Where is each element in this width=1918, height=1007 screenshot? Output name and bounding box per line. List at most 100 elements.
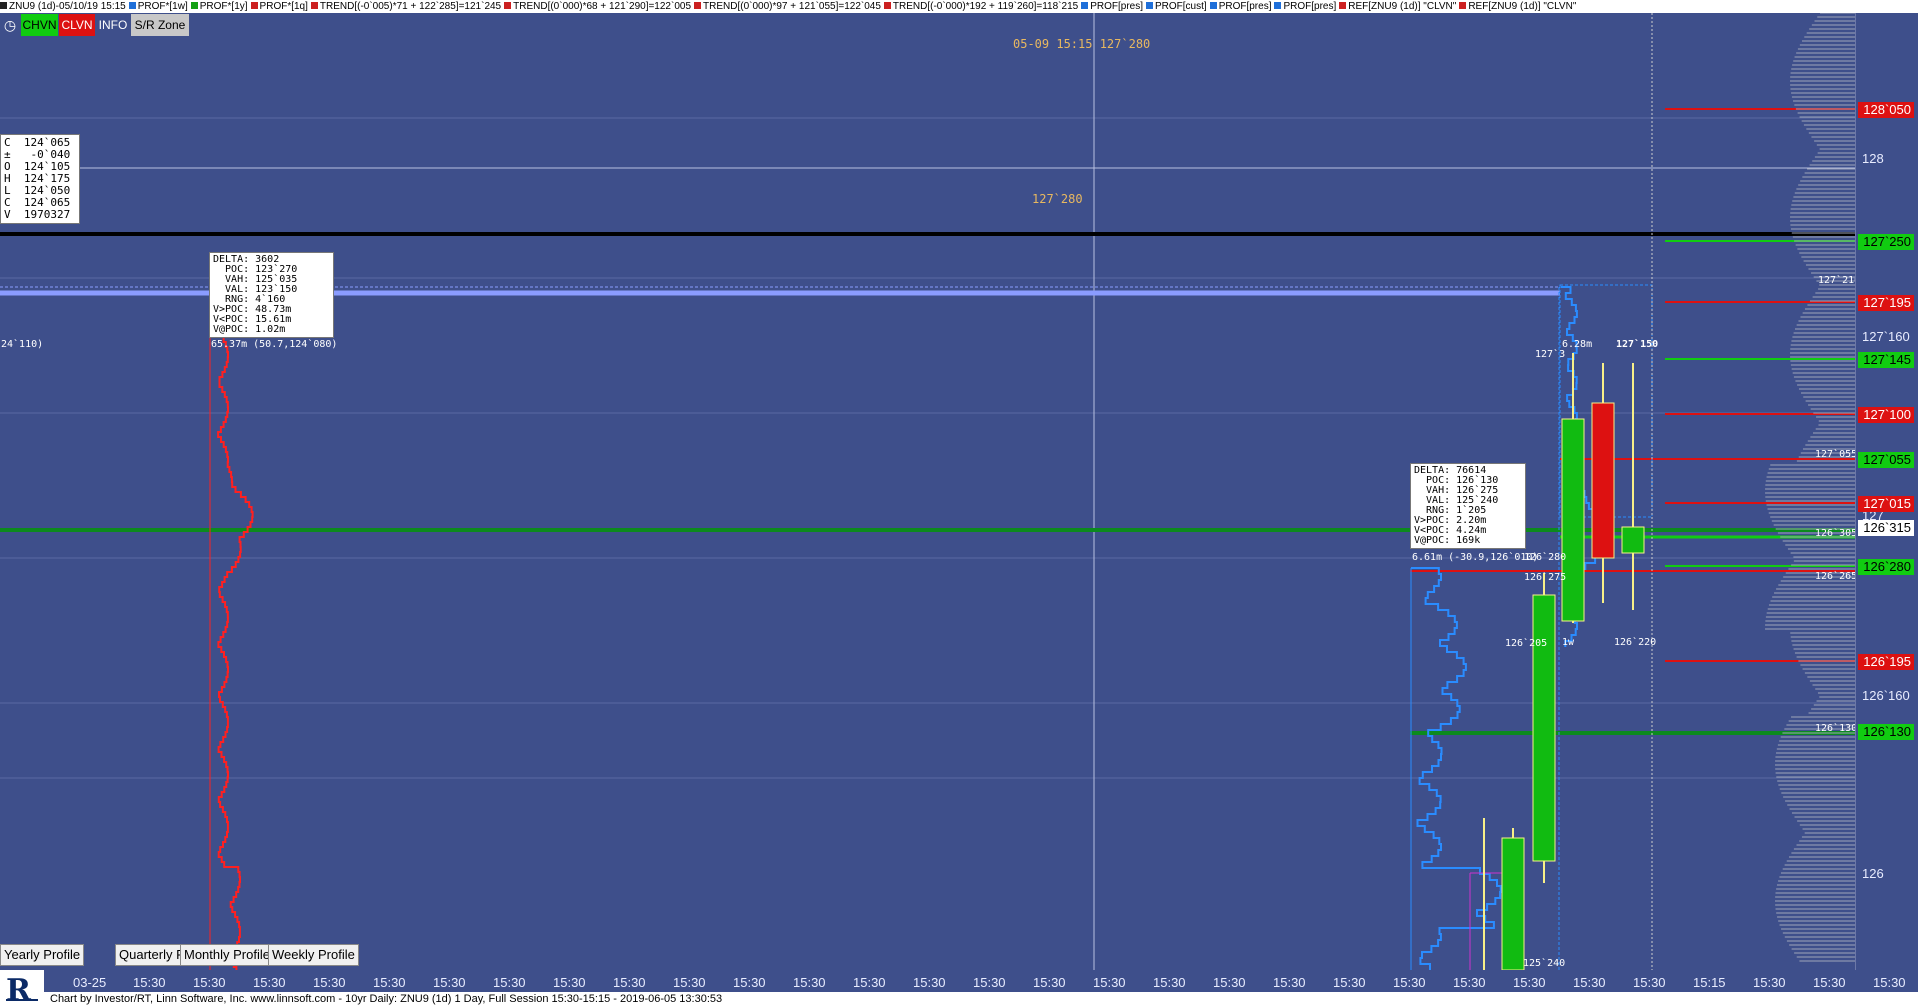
candle-body-up xyxy=(1501,837,1525,970)
x-tick: 15:30 xyxy=(133,975,166,990)
legend-color-icon xyxy=(1209,2,1217,9)
clock-icon[interactable]: ◷ xyxy=(0,14,20,36)
x-tick: 15:30 xyxy=(1273,975,1306,990)
x-tick: 15:30 xyxy=(733,975,766,990)
label-127-210: 127`210 xyxy=(1818,275,1861,286)
crosshair-readout: 05-09 15:15 127`280 xyxy=(1013,37,1151,51)
x-tick: 03-25 xyxy=(73,975,107,990)
yearly-volume-profile xyxy=(210,286,254,970)
legend-color-icon xyxy=(0,2,7,9)
legend-label: PROF*[1w] xyxy=(137,1,188,12)
legend-label: PROF[pres] xyxy=(1283,1,1337,12)
x-tick: 15:30 xyxy=(1573,975,1606,990)
legend-item[interactable]: PROF[cust] xyxy=(1146,1,1207,12)
price-box: 127`055 xyxy=(1858,452,1914,468)
x-tick: 15:30 xyxy=(1873,975,1906,990)
legend-color-icon xyxy=(310,2,318,9)
x-tick: 15:30 xyxy=(553,975,586,990)
x-tick: 15:30 xyxy=(373,975,406,990)
x-tick: 15:30 xyxy=(1453,975,1486,990)
legend-item[interactable]: PROF*[1w] xyxy=(128,1,188,12)
linn-logo-icon: R xyxy=(0,970,44,1007)
legend-item[interactable]: TREND[(-0`005)*71 + 122`285]=121`245 xyxy=(310,1,502,12)
x-tick: 15:30 xyxy=(193,975,226,990)
legend-color-icon xyxy=(1459,2,1467,9)
y-tick: 126`160 xyxy=(1862,688,1910,703)
x-tick: 15:30 xyxy=(1033,975,1066,990)
label-126-265: 126`265 xyxy=(1815,571,1858,582)
price-box: 127`195 xyxy=(1858,295,1914,311)
legend-label: PROF*[1q] xyxy=(259,1,308,12)
label-6-28m: 6.28m xyxy=(1562,339,1593,350)
legend-label: TREND[(0`000)*97 + 121`055]=122`045 xyxy=(703,1,881,12)
chart-window: ZNU9 (1d)-05/10/19 15:15 PROF*[1w] PROF*[1… xyxy=(0,0,1918,1007)
profile-volume-left: 65.37m (50.7,124`080) xyxy=(211,339,338,350)
x-tick: 15:30 xyxy=(313,975,346,990)
tab-weekly-profile[interactable]: Weekly Profile xyxy=(268,944,359,966)
price-box: 127`100 xyxy=(1858,407,1914,423)
legend-color-icon xyxy=(1081,2,1089,9)
tab-yearly-profile[interactable]: Yearly Profile xyxy=(0,944,85,966)
legend-bar: ZNU9 (1d)-05/10/19 15:15 PROF*[1w] PROF*[1… xyxy=(0,0,1918,13)
profile-stats-left: DELTA: 3602 POC: 123`270 VAH: 125`035 VA… xyxy=(209,252,334,338)
legend-item[interactable]: TREND[(-0`000)*192 + 119`260]=118`215 xyxy=(883,1,1078,12)
crosshair-price-label: 127`280 xyxy=(1032,192,1083,206)
info-line: V 1970327 xyxy=(4,208,71,221)
x-tick: 15:30 xyxy=(853,975,886,990)
profile-volume-right: 6.61m (-30.9,126`010) xyxy=(1412,552,1539,563)
legend-label: PROF[cust] xyxy=(1155,1,1207,12)
legend-item[interactable]: PROF[pres] xyxy=(1209,1,1272,12)
legend-item[interactable]: TREND[(0`000)*97 + 121`055]=122`045 xyxy=(694,1,881,12)
legend-item[interactable]: REF[ZNU9 (1d)] "CLVN" xyxy=(1459,1,1576,12)
x-tick: 15:30 xyxy=(1393,975,1426,990)
label-126-305: 126`305 xyxy=(1815,528,1858,539)
profile-edge-label: 24`110) xyxy=(1,339,44,350)
weekly-volume-profile xyxy=(1411,567,1502,970)
legend-item[interactable]: PROF[pres] xyxy=(1081,1,1143,12)
price-box: 126`315 xyxy=(1858,520,1914,536)
x-tick: 15:30 xyxy=(493,975,526,990)
label-126-205: 126`205 xyxy=(1505,638,1548,649)
legend-item[interactable]: PROF*[1y] xyxy=(190,1,248,12)
price-box: 127`145 xyxy=(1858,352,1914,368)
legend-item[interactable]: PROF*[1q] xyxy=(250,1,308,12)
candle-body-up xyxy=(1561,418,1585,622)
label-127-150: 127`150 xyxy=(1616,339,1659,350)
candlesticks xyxy=(1483,353,1645,970)
price-box: 128`050 xyxy=(1858,102,1914,118)
legend-item[interactable]: TREND[(0`000)*68 + 121`290]=122`005 xyxy=(504,1,691,12)
clvn-button[interactable]: CLVN xyxy=(59,14,95,36)
x-tick: 15:30 xyxy=(1213,975,1246,990)
label-126-275: 126`275 xyxy=(1524,572,1567,583)
legend-color-icon xyxy=(694,2,702,9)
legend-item[interactable]: ZNU9 (1d)-05/10/19 15:15 xyxy=(0,1,126,12)
label-1w: 1w xyxy=(1562,637,1575,648)
legend-color-icon xyxy=(504,2,512,9)
legend-label: TREND[(-0`005)*71 + 122`285]=121`245 xyxy=(319,1,502,12)
x-tick: 15:30 xyxy=(1093,975,1126,990)
label-126-130: 126`130 xyxy=(1815,723,1858,734)
legend-label: TREND[(0`000)*68 + 121`290]=122`005 xyxy=(513,1,692,12)
x-tick: 15:30 xyxy=(433,975,466,990)
price-chart[interactable] xyxy=(0,13,1855,970)
legend-label: PROF[pres] xyxy=(1218,1,1272,12)
legend-item[interactable]: PROF[pres] xyxy=(1274,1,1336,12)
chvn-button[interactable]: CHVN xyxy=(21,14,58,36)
legend-color-icon xyxy=(883,2,891,9)
price-box: 127`250 xyxy=(1858,234,1914,250)
sr-zone-button[interactable]: S/R Zone xyxy=(131,14,189,36)
x-tick: 15:30 xyxy=(1633,975,1666,990)
x-tick: 15:30 xyxy=(793,975,826,990)
tab-monthly-profile[interactable]: Monthly Profile xyxy=(180,944,274,966)
x-tick: 15:30 xyxy=(913,975,946,990)
legend-color-icon xyxy=(250,2,258,9)
x-tick: 15:30 xyxy=(973,975,1006,990)
info-button[interactable]: INFO xyxy=(96,14,130,36)
x-tick: 15:30 xyxy=(1513,975,1546,990)
legend-item[interactable]: REF[ZNU9 (1d)] "CLVN" xyxy=(1339,1,1456,12)
y-tick: 128 xyxy=(1862,151,1884,166)
y-tick: 127`160 xyxy=(1862,329,1910,344)
time-axis[interactable] xyxy=(0,970,1918,992)
x-tick: 15:30 xyxy=(613,975,646,990)
x-tick: 15:30 xyxy=(1753,975,1786,990)
